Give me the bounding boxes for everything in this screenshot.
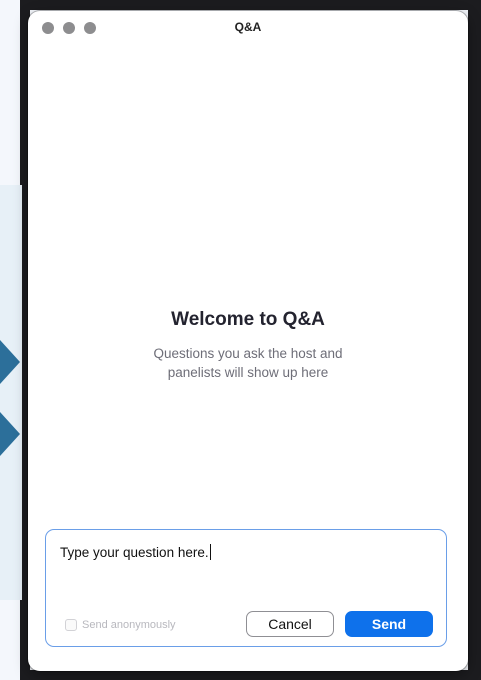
desktop-background-top <box>20 0 481 10</box>
desktop-background-shape <box>0 340 20 384</box>
text-caret <box>209 544 211 560</box>
qa-window: Q&A Welcome to Q&A Questions you ask the… <box>28 11 468 671</box>
welcome-title: Welcome to Q&A <box>171 309 325 330</box>
question-compose-box: Type your question here. Send anonymousl… <box>45 529 447 647</box>
welcome-subtitle: Questions you ask the host and panelists… <box>88 344 408 382</box>
send-anonymously-option[interactable]: Send anonymously <box>65 619 176 631</box>
send-anonymously-label: Send anonymously <box>82 619 176 631</box>
desktop-background-shape <box>0 412 20 456</box>
desktop-background-strip <box>0 185 22 600</box>
send-anonymously-checkbox[interactable] <box>65 619 77 631</box>
question-input[interactable]: Type your question here. <box>60 544 211 560</box>
question-input-text: Type your question here. <box>60 545 209 560</box>
desktop-background-right <box>468 0 481 680</box>
title-bar[interactable]: Q&A <box>28 11 468 43</box>
window-title: Q&A <box>234 20 262 34</box>
welcome-subtitle-line: panelists will show up here <box>167 365 329 380</box>
send-button[interactable]: Send <box>345 611 433 637</box>
welcome-subtitle-line: Questions you ask the host and <box>153 346 343 361</box>
desktop-background-bottom <box>20 670 481 680</box>
cancel-button[interactable]: Cancel <box>246 611 334 637</box>
